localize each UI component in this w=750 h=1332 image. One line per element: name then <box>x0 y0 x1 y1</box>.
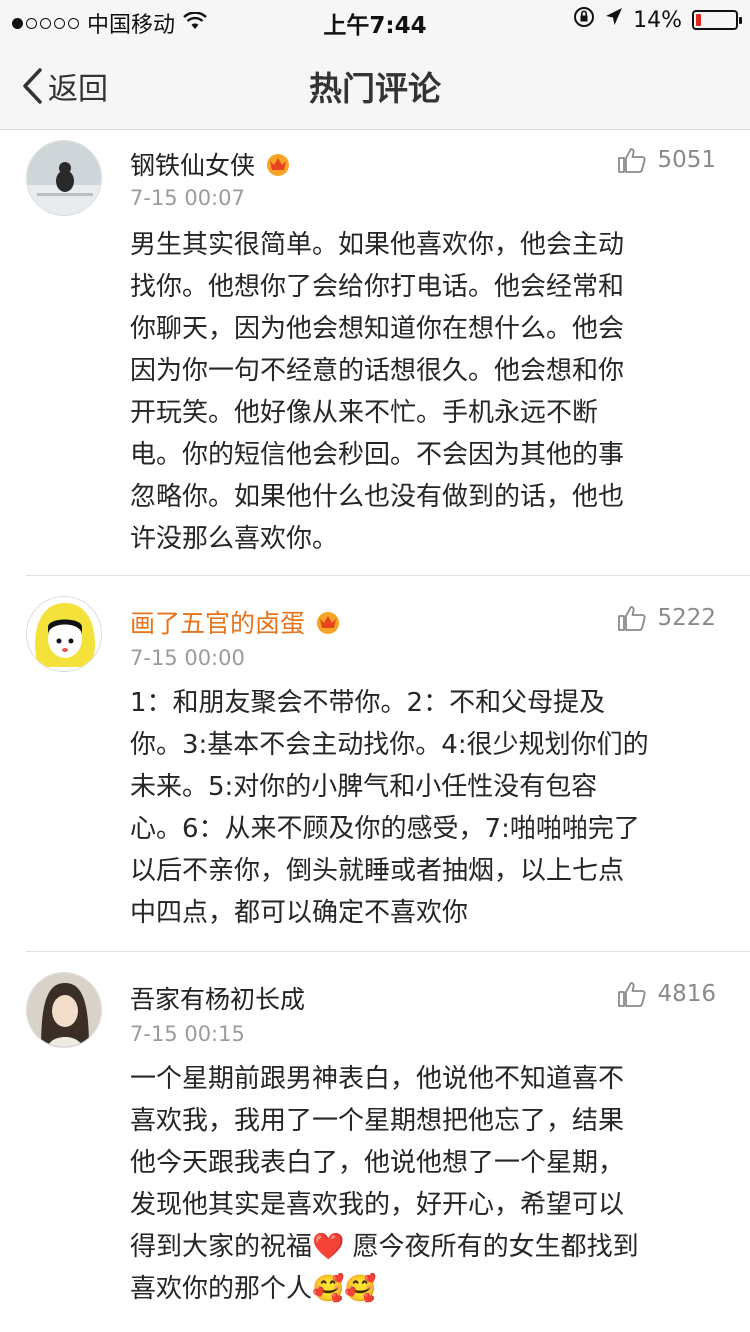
thumbs-up-icon <box>618 148 646 173</box>
status-right: 14% <box>573 6 742 34</box>
comment-line: 得到大家的祝福❤️ 愿今夜所有的女生都找到 <box>130 1232 639 1262</box>
like-count: 4816 <box>657 981 716 1007</box>
comment-line: 你聊天，因为他会想知道你在想什么。他会 <box>130 314 625 344</box>
comment-line: 找你。他想你了会给你打电话。他会经常和 <box>130 272 625 302</box>
comment-text: 1：和朋友聚会不带你。2：不和父母提及 你。3:基本不会主动找你。4:很少规划你… <box>130 682 715 934</box>
comment-line: 喜欢你的那个人🥰🥰 <box>130 1274 377 1304</box>
comment-line: 中四点，都可以确定不喜欢你 <box>130 898 469 928</box>
username[interactable]: 钢铁仙女侠 <box>130 146 293 182</box>
username[interactable]: 画了五官的卤蛋 <box>130 604 343 640</box>
username-text: 吾家有杨初长成 <box>130 985 306 1014</box>
like-button[interactable]: 5051 <box>617 146 716 174</box>
orientation-lock-icon <box>573 6 595 34</box>
avatar[interactable] <box>26 140 102 216</box>
comment-time: 7-15 00:00 <box>130 646 245 670</box>
username[interactable]: 吾家有杨初长成 <box>130 980 305 1016</box>
username-text: 钢铁仙女侠 <box>130 151 256 180</box>
comment-line: 心。6：从来不顾及你的感受，7:啪啪啪完了 <box>130 814 640 844</box>
comment-line: 喜欢我，我用了一个星期想把他忘了，结果 <box>130 1106 625 1136</box>
battery-icon <box>692 10 742 30</box>
thumbs-up-icon <box>618 606 646 631</box>
comment-line: 男生其实很简单。如果他喜欢你，他会主动 <box>130 230 625 260</box>
comment-text: 一个星期前跟男神表白，他说他不知道喜不 喜欢我，我用了一个星期想把他忘了，结果 … <box>130 1058 715 1310</box>
nav-bar: 返回 热门评论 <box>0 40 750 130</box>
comment-line: 开玩笑。他好像从来不忙。手机永远不断 <box>130 398 599 428</box>
comment-line: 许没那么喜欢你。 <box>130 524 339 554</box>
comment-line: 未来。5:对你的小脾气和小任性没有包容 <box>130 772 598 802</box>
thumbs-up-icon <box>618 982 646 1007</box>
like-button[interactable]: 5222 <box>617 604 716 632</box>
comment-time: 7-15 00:07 <box>130 186 245 210</box>
comment-line: 一个星期前跟男神表白，他说他不知道喜不 <box>130 1064 625 1094</box>
like-button[interactable]: 4816 <box>617 980 716 1008</box>
page-title: 热门评论 <box>309 69 441 108</box>
comment-item: 吾家有杨初长成 7-15 00:15 4816 一个星期前跟男神表白，他说他不知… <box>0 952 750 1332</box>
comment-item: 画了五官的卤蛋 7-15 00:00 5222 1：和朋友聚会不带你。2：不和父… <box>0 576 750 952</box>
status-bar: 中国移动 上午7:44 14% <box>0 0 750 40</box>
battery-percent: 14% <box>633 7 682 33</box>
crown-badge-icon <box>267 154 290 176</box>
like-count: 5222 <box>657 605 716 631</box>
comment-line: 电。你的短信他会秒回。不会因为其他的事 <box>130 440 625 470</box>
comment-item: 钢铁仙女侠 7-15 00:07 5051 男生其实很简单。如果他喜欢你，他会主… <box>0 130 750 576</box>
comment-line: 1：和朋友聚会不带你。2：不和父母提及 <box>130 688 606 718</box>
location-arrow-icon <box>605 7 623 33</box>
comment-time: 7-15 00:15 <box>130 1022 245 1046</box>
username-text: 画了五官的卤蛋 <box>130 609 306 638</box>
comment-line: 他今天跟我表白了，他说他想了一个星期， <box>130 1148 625 1178</box>
avatar[interactable] <box>26 596 102 672</box>
comment-line: 你。3:基本不会主动找你。4:很少规划你们的 <box>130 730 649 760</box>
avatar[interactable] <box>26 972 102 1048</box>
comment-line: 发现他其实是喜欢我的，好开心，希望可以 <box>130 1190 625 1220</box>
comment-line: 因为你一句不经意的话想很久。他会想和你 <box>130 356 625 386</box>
crown-badge-icon <box>317 612 340 634</box>
like-count: 5051 <box>657 147 716 173</box>
comment-line: 忽略你。如果他什么也没有做到的话，他也 <box>130 482 625 512</box>
comment-text: 男生其实很简单。如果他喜欢你，他会主动 找你。他想你了会给你打电话。他会经常和 … <box>130 224 715 560</box>
comment-line: 以后不亲你，倒头就睡或者抽烟，以上七点 <box>130 856 625 886</box>
